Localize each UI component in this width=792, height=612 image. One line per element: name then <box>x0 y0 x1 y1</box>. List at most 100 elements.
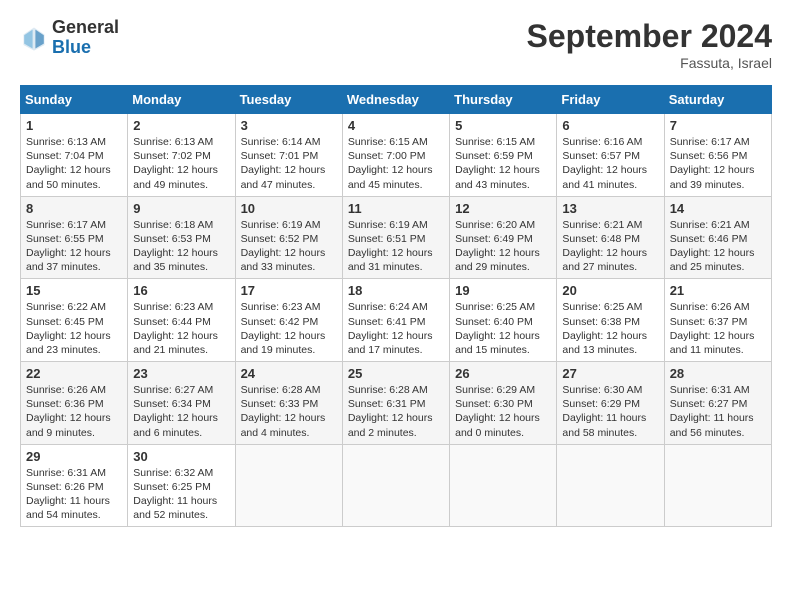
table-row: 18Sunrise: 6:24 AMSunset: 6:41 PMDayligh… <box>342 279 449 362</box>
logo-blue: Blue <box>52 38 119 58</box>
day-number: 16 <box>133 283 229 298</box>
table-row <box>557 444 664 527</box>
table-row: 25 Sunrise: 6:28 AMSunset: 6:31 PMDayligh… <box>342 362 449 445</box>
table-row: 16 Sunrise: 6:23 AMSunset: 6:44 PMDayligh… <box>128 279 235 362</box>
day-info: Sunrise: 6:13 AMSunset: 7:04 PMDaylight:… <box>26 136 111 191</box>
day-number: 2 <box>133 118 229 133</box>
day-number: 14 <box>670 201 766 216</box>
table-row: 26 Sunrise: 6:29 AMSunset: 6:30 PMDayligh… <box>450 362 557 445</box>
table-row: 14 Sunrise: 6:21 AMSunset: 6:46 PMDayligh… <box>664 196 771 279</box>
day-info: Sunrise: 6:16 AMSunset: 6:57 PMDaylight:… <box>562 136 647 191</box>
col-tuesday: Tuesday <box>235 86 342 114</box>
day-info: Sunrise: 6:21 AMSunset: 6:46 PMDaylight:… <box>670 219 755 274</box>
table-row: 24 Sunrise: 6:28 AMSunset: 6:33 PMDayligh… <box>235 362 342 445</box>
table-row: 12 Sunrise: 6:20 AMSunset: 6:49 PMDayligh… <box>450 196 557 279</box>
table-row: 10 Sunrise: 6:19 AMSunset: 6:52 PMDayligh… <box>235 196 342 279</box>
day-info: Sunrise: 6:29 AMSunset: 6:30 PMDaylight:… <box>455 384 540 439</box>
logo: General Blue <box>20 18 119 58</box>
day-number: 12 <box>455 201 551 216</box>
day-number: 28 <box>670 366 766 381</box>
day-number: 19 <box>455 283 551 298</box>
day-number: 22 <box>26 366 122 381</box>
logo-icon <box>20 24 48 52</box>
calendar-row: 15 Sunrise: 6:22 AMSunset: 6:45 PMDayligh… <box>21 279 772 362</box>
table-row: 7 Sunrise: 6:17 AMSunset: 6:56 PMDaylight… <box>664 114 771 197</box>
calendar-table: Sunday Monday Tuesday Wednesday Thursday… <box>20 85 772 527</box>
day-number: 26 <box>455 366 551 381</box>
day-info: Sunrise: 6:23 AMSunset: 6:44 PMDaylight:… <box>133 301 218 356</box>
table-row: 22 Sunrise: 6:26 AMSunset: 6:36 PMDayligh… <box>21 362 128 445</box>
calendar-header-row: Sunday Monday Tuesday Wednesday Thursday… <box>21 86 772 114</box>
day-number: 5 <box>455 118 551 133</box>
table-row: 5 Sunrise: 6:15 AMSunset: 6:59 PMDaylight… <box>450 114 557 197</box>
table-row: 28 Sunrise: 6:31 AMSunset: 6:27 PMDayligh… <box>664 362 771 445</box>
day-info: Sunrise: 6:15 AMSunset: 6:59 PMDaylight:… <box>455 136 540 191</box>
day-info: Sunrise: 6:21 AMSunset: 6:48 PMDaylight:… <box>562 219 647 274</box>
day-info: Sunrise: 6:19 AMSunset: 6:52 PMDaylight:… <box>241 219 326 274</box>
title-area: September 2024 Fassuta, Israel <box>527 18 772 71</box>
logo-text: General Blue <box>52 18 119 58</box>
day-number: 24 <box>241 366 337 381</box>
day-info: Sunrise: 6:20 AMSunset: 6:49 PMDaylight:… <box>455 219 540 274</box>
table-row: 21 Sunrise: 6:26 AMSunset: 6:37 PMDayligh… <box>664 279 771 362</box>
table-row <box>235 444 342 527</box>
table-row: 30 Sunrise: 6:32 AMSunset: 6:25 PMDayligh… <box>128 444 235 527</box>
day-info: Sunrise: 6:17 AMSunset: 6:55 PMDaylight:… <box>26 219 111 274</box>
day-number: 27 <box>562 366 658 381</box>
page-header: General Blue September 2024 Fassuta, Isr… <box>20 18 772 71</box>
table-row: 27 Sunrise: 6:30 AMSunset: 6:29 PMDayligh… <box>557 362 664 445</box>
day-info: Sunrise: 6:25 AMSunset: 6:40 PMDaylight:… <box>455 301 540 356</box>
table-row <box>664 444 771 527</box>
day-number: 29 <box>26 449 122 464</box>
day-info: Sunrise: 6:22 AMSunset: 6:45 PMDaylight:… <box>26 301 111 356</box>
day-number: 1 <box>26 118 122 133</box>
day-number: 13 <box>562 201 658 216</box>
day-number: 20 <box>562 283 658 298</box>
table-row: 1 Sunrise: 6:13 AMSunset: 7:04 PMDaylight… <box>21 114 128 197</box>
col-wednesday: Wednesday <box>342 86 449 114</box>
location: Fassuta, Israel <box>527 55 772 71</box>
day-info: Sunrise: 6:28 AMSunset: 6:31 PMDaylight:… <box>348 384 433 439</box>
table-row: 9Sunrise: 6:18 AMSunset: 6:53 PMDaylight… <box>128 196 235 279</box>
calendar-row: 1 Sunrise: 6:13 AMSunset: 7:04 PMDaylight… <box>21 114 772 197</box>
table-row <box>450 444 557 527</box>
table-row: 15 Sunrise: 6:22 AMSunset: 6:45 PMDayligh… <box>21 279 128 362</box>
col-monday: Monday <box>128 86 235 114</box>
day-info: Sunrise: 6:15 AMSunset: 7:00 PMDaylight:… <box>348 136 433 191</box>
day-info: Sunrise: 6:30 AMSunset: 6:29 PMDaylight:… <box>562 384 646 439</box>
day-number: 25 <box>348 366 444 381</box>
table-row: 23Sunrise: 6:27 AMSunset: 6:34 PMDayligh… <box>128 362 235 445</box>
day-info: Sunrise: 6:25 AMSunset: 6:38 PMDaylight:… <box>562 301 647 356</box>
day-number: 21 <box>670 283 766 298</box>
day-info: Sunrise: 6:23 AMSunset: 6:42 PMDaylight:… <box>241 301 326 356</box>
day-number: 18 <box>348 283 444 298</box>
table-row: 2 Sunrise: 6:13 AMSunset: 7:02 PMDaylight… <box>128 114 235 197</box>
col-saturday: Saturday <box>664 86 771 114</box>
day-info: Sunrise: 6:17 AMSunset: 6:56 PMDaylight:… <box>670 136 755 191</box>
day-info: Sunrise: 6:32 AMSunset: 6:25 PMDaylight:… <box>133 467 217 522</box>
month-title: September 2024 <box>527 18 772 55</box>
col-friday: Friday <box>557 86 664 114</box>
day-info: Sunrise: 6:13 AMSunset: 7:02 PMDaylight:… <box>133 136 218 191</box>
day-number: 15 <box>26 283 122 298</box>
table-row: 11Sunrise: 6:19 AMSunset: 6:51 PMDayligh… <box>342 196 449 279</box>
table-row: 19 Sunrise: 6:25 AMSunset: 6:40 PMDayligh… <box>450 279 557 362</box>
table-row: 3Sunrise: 6:14 AMSunset: 7:01 PMDaylight… <box>235 114 342 197</box>
day-number: 7 <box>670 118 766 133</box>
table-row: 6 Sunrise: 6:16 AMSunset: 6:57 PMDaylight… <box>557 114 664 197</box>
day-number: 10 <box>241 201 337 216</box>
table-row: 8Sunrise: 6:17 AMSunset: 6:55 PMDaylight… <box>21 196 128 279</box>
logo-general: General <box>52 18 119 38</box>
calendar-row: 8Sunrise: 6:17 AMSunset: 6:55 PMDaylight… <box>21 196 772 279</box>
day-number: 6 <box>562 118 658 133</box>
day-info: Sunrise: 6:26 AMSunset: 6:36 PMDaylight:… <box>26 384 111 439</box>
day-info: Sunrise: 6:31 AMSunset: 6:27 PMDaylight:… <box>670 384 754 439</box>
day-number: 30 <box>133 449 229 464</box>
day-info: Sunrise: 6:14 AMSunset: 7:01 PMDaylight:… <box>241 136 326 191</box>
day-number: 23 <box>133 366 229 381</box>
day-info: Sunrise: 6:18 AMSunset: 6:53 PMDaylight:… <box>133 219 218 274</box>
day-info: Sunrise: 6:28 AMSunset: 6:33 PMDaylight:… <box>241 384 326 439</box>
day-info: Sunrise: 6:26 AMSunset: 6:37 PMDaylight:… <box>670 301 755 356</box>
day-number: 17 <box>241 283 337 298</box>
day-info: Sunrise: 6:31 AMSunset: 6:26 PMDaylight:… <box>26 467 110 522</box>
